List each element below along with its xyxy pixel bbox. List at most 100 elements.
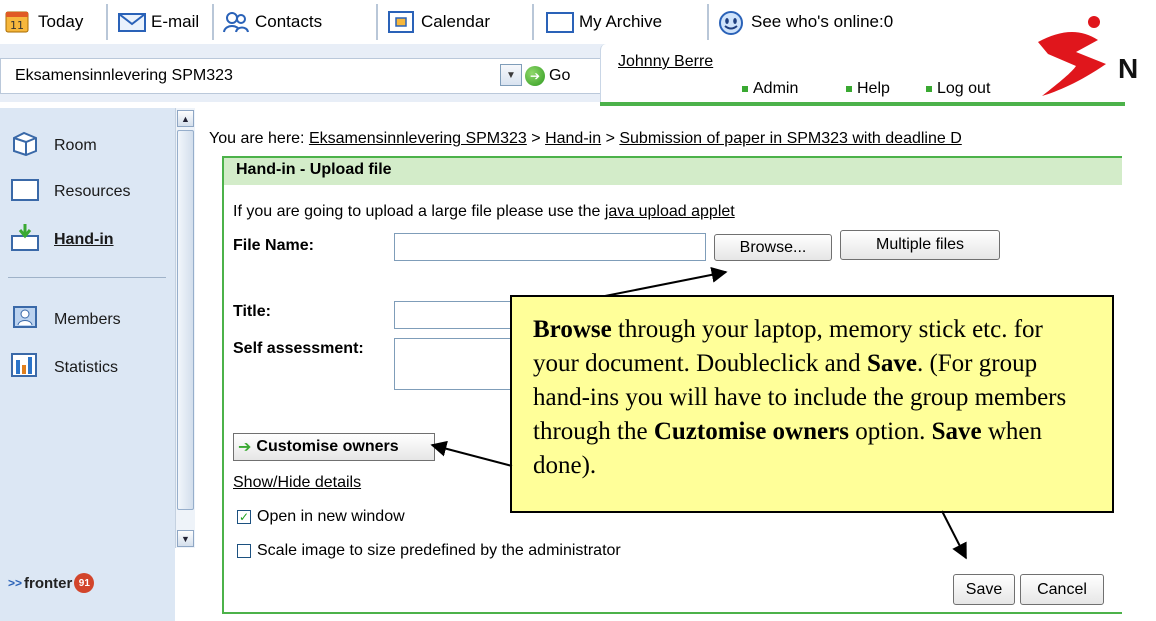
archive-label: My Archive xyxy=(579,12,663,31)
arrow-right-icon: ➔ xyxy=(238,439,252,456)
breadcrumb-prefix: You are here: xyxy=(209,130,305,147)
fronter-prefix: >> xyxy=(8,576,23,590)
sidebar-item-resources[interactable]: Resources xyxy=(10,176,130,207)
customise-owners-button[interactable]: ➔ Customise owners xyxy=(233,433,435,461)
panel-title: Hand-in - Upload file xyxy=(224,158,1122,185)
sidebar-item-label: Hand-in xyxy=(54,230,114,248)
fronter-brand-logo: N xyxy=(1020,0,1156,108)
toolbar-divider xyxy=(532,4,534,40)
self-assessment-label: Self assessment: xyxy=(233,340,364,357)
cancel-button[interactable]: Cancel xyxy=(1020,574,1104,605)
multiple-files-button[interactable]: Multiple files xyxy=(840,230,1000,260)
today-label: Today xyxy=(38,12,84,31)
customise-owners-label: Customise owners xyxy=(256,438,399,455)
my-archive-link[interactable]: My Archive xyxy=(546,8,662,36)
callout-bold-save: Save xyxy=(931,418,982,445)
callout-bold-browse: Browse xyxy=(533,316,612,343)
toolbar-divider xyxy=(212,4,214,40)
logout-link[interactable]: Log out xyxy=(926,80,990,98)
calendar-link[interactable]: Calendar xyxy=(388,8,490,36)
room-bar: Eksamensinnlevering SPM323 ▼ ➔ Go Johnny… xyxy=(0,44,1020,102)
chevron-down-icon[interactable]: ▼ xyxy=(500,64,522,86)
open-in-new-window-checkbox[interactable]: ✓ xyxy=(237,510,251,524)
scale-image-label: Scale image to size predefined by the ad… xyxy=(257,542,621,559)
online-label: See who's online:0 xyxy=(751,12,894,31)
title-label: Title: xyxy=(233,303,271,320)
breadcrumb-separator: > xyxy=(605,130,615,147)
breadcrumb: You are here: Eksamensinnlevering SPM323… xyxy=(209,130,1114,148)
contacts-label: Contacts xyxy=(255,12,323,31)
contacts-icon xyxy=(222,10,249,34)
scroll-up-icon[interactable]: ▲ xyxy=(177,110,194,127)
sidebar-item-label: Statistics xyxy=(54,358,119,376)
room-select-value: Eksamensinnlevering SPM323 xyxy=(15,67,233,84)
open-in-new-window-label: Open in new window xyxy=(257,508,405,525)
hand-in-tray-icon xyxy=(10,222,40,257)
bullet-icon xyxy=(742,86,748,92)
sidebar-item-label: Room xyxy=(54,136,97,154)
email-label: E-mail xyxy=(151,12,200,31)
title-input[interactable] xyxy=(394,301,514,329)
sidebar-item-label: Resources xyxy=(54,182,131,200)
admin-link[interactable]: Admin xyxy=(742,80,798,98)
logout-label: Log out xyxy=(937,80,991,97)
save-button[interactable]: Save xyxy=(953,574,1015,605)
sidebar-item-room[interactable]: Room xyxy=(10,130,97,161)
calendar-icon xyxy=(388,10,414,34)
bullet-icon xyxy=(846,86,852,92)
browse-button[interactable]: Browse... xyxy=(714,234,832,261)
toolbar-divider xyxy=(106,4,108,40)
header-accent-line xyxy=(600,102,1125,106)
scrollbar-thumb[interactable] xyxy=(177,130,194,510)
callout-bold-save: Save xyxy=(866,350,917,377)
help-label: Help xyxy=(857,80,890,97)
online-users-link[interactable]: See who's online:0 xyxy=(718,8,893,36)
sidebar-item-hand-in[interactable]: Hand-in xyxy=(10,222,114,257)
today-link[interactable]: 11 Today xyxy=(5,8,83,36)
instruction-callout: Browse through your laptop, memory stick… xyxy=(510,295,1114,513)
email-link[interactable]: E-mail xyxy=(118,8,199,36)
help-link[interactable]: Help xyxy=(846,80,890,98)
info-text: If you are going to upload a large file … xyxy=(233,203,601,220)
breadcrumb-hand-in-link[interactable]: Hand-in xyxy=(545,130,601,147)
breadcrumb-submission-link[interactable]: Submission of paper in SPM323 with deadl… xyxy=(619,130,961,147)
sidebar-divider xyxy=(8,277,166,278)
sidebar-item-statistics[interactable]: Statistics xyxy=(10,352,118,383)
envelope-icon xyxy=(118,10,146,34)
cube-icon xyxy=(10,130,40,161)
bullet-icon xyxy=(926,86,932,92)
smiley-icon xyxy=(718,10,744,35)
go-button[interactable]: ➔ Go xyxy=(525,62,570,90)
callout-text: option. xyxy=(848,418,932,445)
sidebar-item-label: Members xyxy=(54,310,121,328)
sidebar: Room Resources Hand-in Members Statistic… xyxy=(0,108,175,621)
show-hide-details-link[interactable]: Show/Hide details xyxy=(233,474,361,492)
sidebar-item-members[interactable]: Members xyxy=(10,304,121,335)
java-upload-applet-link[interactable]: java upload applet xyxy=(605,203,735,220)
file-name-input[interactable] xyxy=(394,233,706,261)
file-name-label: File Name: xyxy=(233,237,314,254)
breadcrumb-room-link[interactable]: Eksamensinnlevering SPM323 xyxy=(309,130,527,147)
contacts-link[interactable]: Contacts xyxy=(222,8,322,36)
user-name-link[interactable]: Johnny Berre xyxy=(618,53,713,71)
go-label: Go xyxy=(549,67,571,84)
self-assessment-textarea[interactable] xyxy=(394,338,514,390)
scroll-down-icon[interactable]: ▼ xyxy=(177,530,194,547)
calendar-label: Calendar xyxy=(421,12,490,31)
scale-image-checkbox[interactable] xyxy=(237,544,251,558)
callout-bold-customise: Cuztomise owners xyxy=(653,418,849,445)
user-tab: Johnny Berre Admin Help Log out xyxy=(600,44,1020,102)
archive-icon xyxy=(546,10,574,34)
bar-chart-icon xyxy=(10,352,40,383)
top-toolbar: 11 Today E-mail Contacts Calendar My Arc… xyxy=(0,0,1020,44)
sidebar-scrollbar[interactable]: ▲ ▼ xyxy=(175,108,195,548)
folder-icon xyxy=(10,176,40,207)
large-file-info: If you are going to upload a large file … xyxy=(233,203,735,221)
svg-text:N: N xyxy=(1118,53,1138,84)
toolbar-divider xyxy=(376,4,378,40)
breadcrumb-separator: > xyxy=(531,130,541,147)
calendar-day-icon: 11 xyxy=(5,10,31,34)
fronter-badge: 91 xyxy=(74,573,95,593)
admin-label: Admin xyxy=(753,80,799,97)
fronter-text: fronter xyxy=(24,574,73,592)
